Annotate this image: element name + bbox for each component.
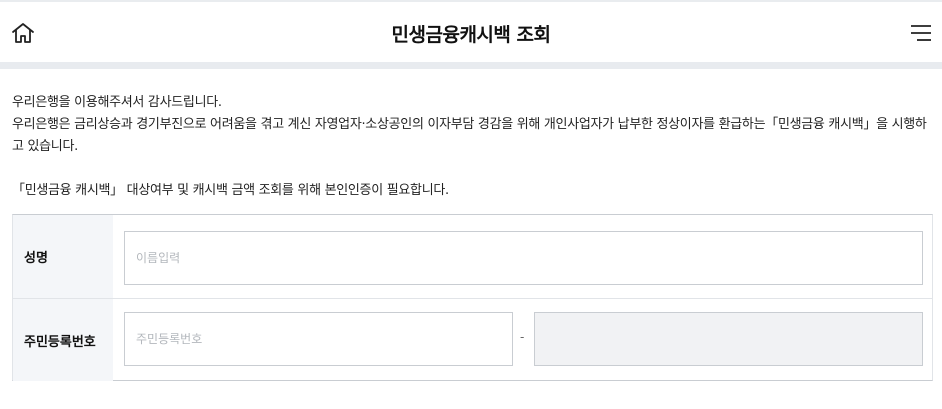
intro-line-1: 우리은행을 이용해주셔서 감사드립니다.	[12, 95, 222, 110]
rrn-separator: -	[520, 330, 525, 344]
rrn-label: 주민등록번호	[13, 299, 113, 381]
rrn-row: 주민등록번호 -	[13, 299, 932, 381]
rrn-back-input[interactable]	[534, 312, 923, 366]
name-input[interactable]	[124, 231, 923, 285]
rrn-front-input[interactable]	[124, 312, 513, 366]
name-label: 성명	[13, 215, 113, 298]
auth-notice: 「민생금융 캐시백」 대상여부 및 캐시백 금액 조회를 위해 본인인증이 필요…	[12, 183, 449, 198]
app-header: 민생금융캐시백 조회	[0, 0, 942, 62]
auth-form: 성명 주민등록번호 -	[12, 214, 933, 381]
name-row: 성명	[13, 215, 932, 299]
intro-text: 우리은행을 이용해주셔서 감사드립니다. 우리은행은 금리상승과 경기부진으로 …	[12, 92, 932, 158]
intro-line-2: 우리은행은 금리상승과 경기부진으로 어려움을 겪고 계신 자영업자·소상공인의…	[12, 117, 927, 154]
header-divider	[0, 62, 942, 69]
hamburger-menu-icon[interactable]	[910, 24, 932, 42]
page-title: 민생금융캐시백 조회	[391, 24, 551, 46]
